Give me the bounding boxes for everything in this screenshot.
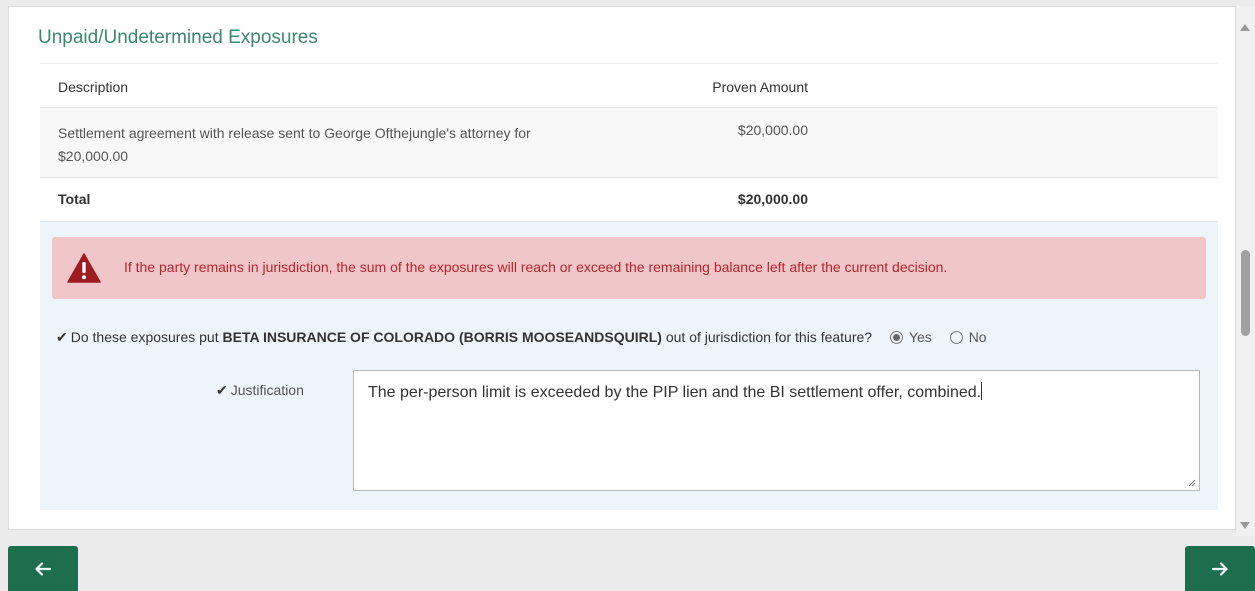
- justification-textarea[interactable]: The per-person limit is exceeded by the …: [353, 370, 1200, 491]
- justification-label-text: Justification: [230, 382, 304, 398]
- arrow-right-icon: [1212, 561, 1228, 576]
- row-description: Settlement agreement with release sent t…: [58, 125, 531, 164]
- column-header-description: Description: [58, 79, 129, 95]
- table-row: Settlement agreement with release sent t…: [40, 108, 1218, 178]
- question-suffix: out of jurisdiction for this feature?: [661, 329, 873, 345]
- radio-yes-label[interactable]: Yes: [909, 329, 932, 345]
- vertical-scrollbar[interactable]: [1236, 6, 1255, 536]
- text-caret: [981, 382, 983, 400]
- justification-value: The per-person limit is exceeded by the …: [368, 384, 982, 401]
- exposures-panel: Unpaid/Undetermined Exposures Descriptio…: [8, 6, 1236, 530]
- warning-triangle-icon: [67, 253, 101, 283]
- exposures-table: Description Proven Amount Settlement agr…: [40, 63, 1218, 222]
- table-header-row: Description Proven Amount: [40, 63, 1218, 108]
- warning-alert: If the party remains in jurisdiction, th…: [52, 237, 1206, 299]
- jurisdiction-section: If the party remains in jurisdiction, th…: [40, 222, 1218, 510]
- justification-label: ✔ Justification: [216, 382, 304, 399]
- total-label: Total: [58, 191, 91, 207]
- scroll-down-arrow-icon[interactable]: [1240, 522, 1250, 529]
- scrollbar-thumb[interactable]: [1241, 250, 1250, 336]
- radio-no[interactable]: [949, 331, 963, 344]
- check-icon: ✔: [56, 329, 68, 345]
- previous-button[interactable]: [8, 546, 78, 591]
- check-icon: ✔: [216, 382, 228, 398]
- section-title: Unpaid/Undetermined Exposures: [38, 27, 318, 48]
- question-entity: BETA INSURANCE OF COLORADO (BORRIS MOOSE…: [222, 329, 662, 345]
- question-prefix: Do these exposures put: [70, 329, 223, 345]
- alert-text: If the party remains in jurisdiction, th…: [124, 259, 948, 275]
- radio-no-label[interactable]: No: [969, 329, 987, 345]
- radio-yes[interactable]: [889, 331, 903, 344]
- row-amount: $20,000.00: [737, 122, 808, 138]
- table-total-row: Total $20,000.00: [40, 178, 1218, 222]
- arrow-left-icon: [35, 561, 51, 576]
- total-amount: $20,000.00: [737, 191, 808, 207]
- scroll-up-arrow-icon[interactable]: [1240, 24, 1250, 31]
- resize-grip-icon[interactable]: [1187, 478, 1196, 487]
- jurisdiction-question: ✔ Do these exposures put BETA INSURANCE O…: [56, 329, 987, 346]
- column-header-proven-amount: Proven Amount: [712, 79, 808, 95]
- next-button[interactable]: [1185, 546, 1255, 591]
